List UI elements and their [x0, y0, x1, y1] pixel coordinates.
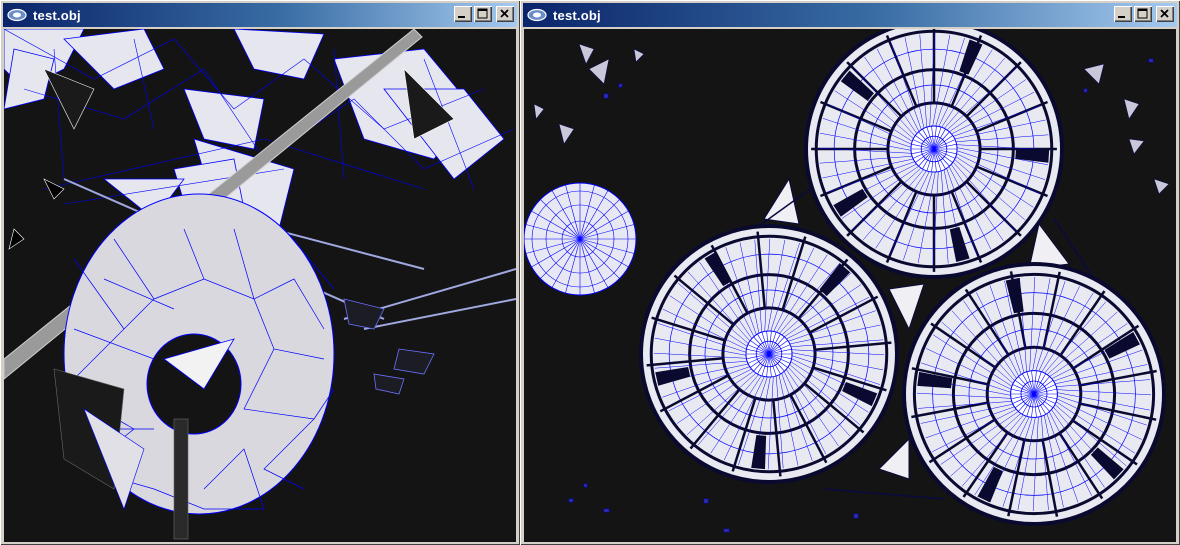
viewer-window-right[interactable]: test.obj [520, 0, 1180, 545]
window-title: test.obj [553, 7, 601, 23]
window-title: test.obj [33, 7, 81, 23]
close-button[interactable] [496, 6, 514, 22]
minimize-icon [1118, 16, 1125, 18]
wheel-mesh [804, 29, 1064, 279]
title-bar[interactable]: test.obj [3, 3, 517, 27]
maximize-button[interactable] [474, 6, 492, 22]
minimize-button[interactable] [454, 6, 472, 22]
viewer-window-left[interactable]: test.obj [0, 0, 520, 545]
title-bar[interactable]: test.obj [523, 3, 1177, 27]
maximize-button[interactable] [1134, 6, 1152, 22]
sphere-mesh [524, 182, 637, 296]
torus-mesh [53, 193, 335, 540]
maximize-icon [1137, 8, 1148, 19]
close-icon [500, 9, 509, 18]
wheel-mesh [639, 224, 899, 484]
wheel-mesh [902, 262, 1166, 526]
3d-viewport[interactable] [524, 29, 1176, 542]
wireframe-scene-right [524, 29, 1170, 533]
close-button[interactable] [1156, 6, 1174, 22]
wireframe-scene-left [4, 29, 516, 540]
obj-viewer-app-icon [527, 8, 547, 22]
minimize-icon [458, 16, 465, 18]
3d-viewport[interactable] [4, 29, 516, 542]
maximize-icon [477, 8, 488, 19]
obj-viewer-app-icon [7, 8, 27, 22]
minimize-button[interactable] [1114, 6, 1132, 22]
close-icon [1160, 9, 1169, 18]
